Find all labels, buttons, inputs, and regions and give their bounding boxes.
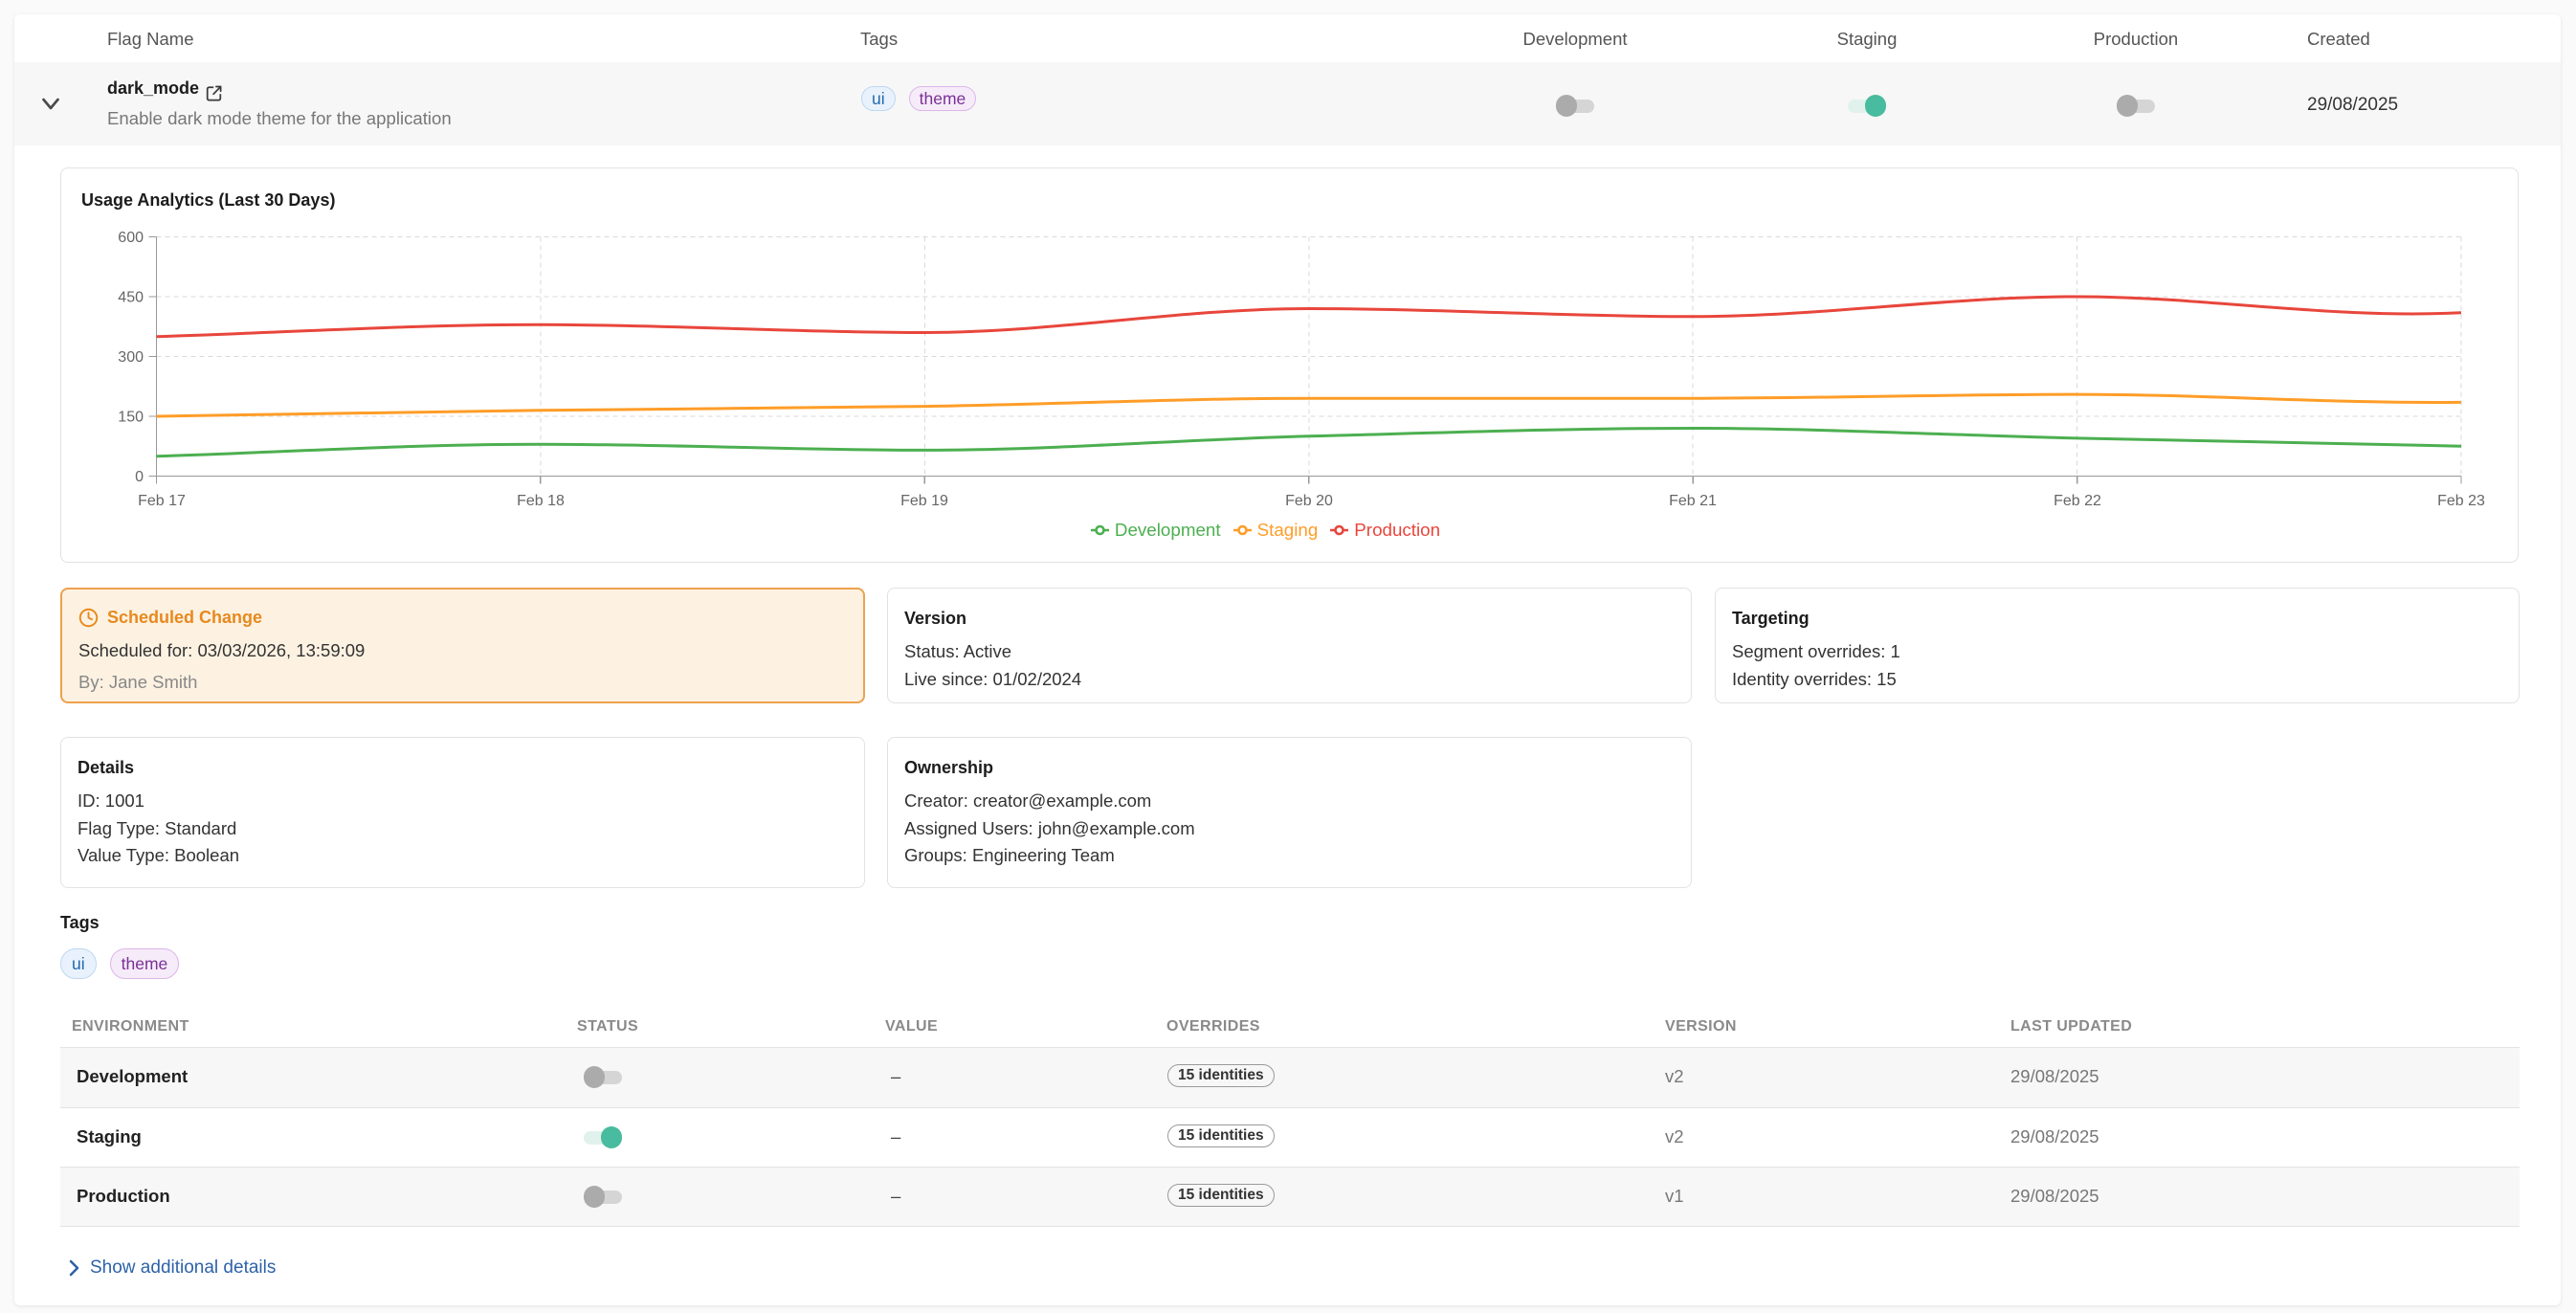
svg-text:Feb 18: Feb 18 [517,493,565,509]
svg-text:Feb 19: Feb 19 [900,493,948,509]
svg-text:Feb 20: Feb 20 [1285,493,1333,509]
svg-text:Feb 17: Feb 17 [138,493,186,509]
svg-text:600: 600 [118,230,144,246]
svg-text:300: 300 [118,349,144,366]
svg-text:450: 450 [118,290,144,306]
svg-text:Feb 21: Feb 21 [1669,493,1717,509]
svg-text:Feb 22: Feb 22 [2054,493,2101,509]
svg-text:0: 0 [135,469,144,485]
svg-text:Feb 23: Feb 23 [2437,493,2485,509]
svg-text:150: 150 [118,410,144,426]
